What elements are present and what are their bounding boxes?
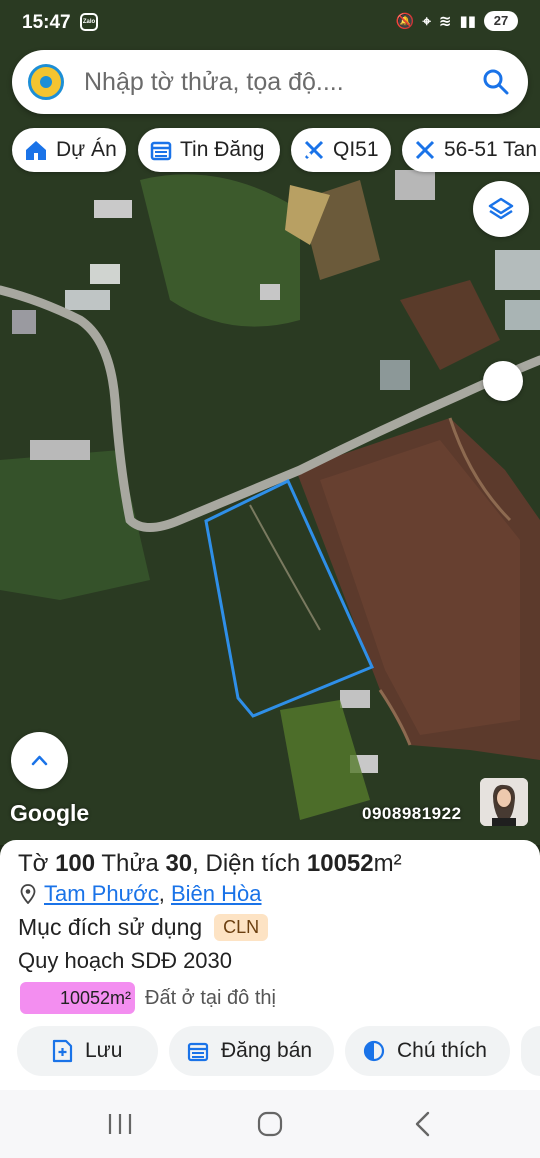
- search-bar: [12, 50, 528, 114]
- search-icon[interactable]: [482, 68, 510, 96]
- plot-number: 30: [165, 850, 193, 877]
- parcel-title: Tờ 100 Thửa 30, Diện tích 10052m²: [18, 850, 402, 878]
- save-button[interactable]: Lưu: [17, 1026, 158, 1076]
- contrast-icon: [363, 1040, 385, 1062]
- zalo-icon: Zalo: [80, 13, 98, 31]
- bookmark-add-icon: [52, 1039, 73, 1063]
- avatar-image: [480, 778, 528, 826]
- chip-tin-dang[interactable]: Tin Đăng: [138, 128, 280, 172]
- sheet-label: Tờ: [18, 850, 49, 877]
- location-line: Tam Phước, Biên Hòa: [20, 881, 262, 907]
- expand-panel-button[interactable]: [11, 732, 68, 789]
- chip-du-an[interactable]: Dự Án: [12, 128, 126, 172]
- plan-title: Quy hoạch SDĐ 2030: [18, 948, 233, 973]
- parcel-info-panel: Tờ 100 Thửa 30, Diện tích 10052m² Tam Ph…: [0, 840, 540, 1090]
- chip-56-51[interactable]: 56-51 Tan: [402, 128, 540, 172]
- compass-button[interactable]: [483, 361, 523, 401]
- system-nav-bar: [0, 1090, 540, 1158]
- agent-phone[interactable]: 0908981922: [362, 804, 462, 824]
- chip-label: QI51: [333, 138, 379, 161]
- location-pin-icon: [20, 884, 36, 904]
- wifi-icon: ≋: [438, 13, 452, 30]
- more-actions-button[interactable]: [521, 1026, 540, 1076]
- purpose-badge[interactable]: CLN: [214, 914, 269, 941]
- google-logo: Google: [10, 800, 90, 826]
- area-unit: m²: [373, 850, 402, 877]
- calendar-icon: [150, 141, 172, 161]
- plan-area-bar: 10052m²: [20, 982, 135, 1014]
- mute-icon: 🔕: [395, 13, 415, 30]
- sheet-number: 100: [55, 850, 96, 877]
- layers-icon: [488, 197, 514, 220]
- filter-chips: Dự Án Tin Đăng QI51 56-51 Tan: [12, 128, 540, 172]
- chip-label: Tin Đăng: [180, 138, 265, 161]
- battery-icon: 27: [484, 11, 518, 31]
- save-label: Lưu: [85, 1039, 123, 1062]
- status-time: 15:47: [22, 12, 71, 33]
- back-icon[interactable]: [408, 1108, 436, 1140]
- chevron-up-icon: [31, 755, 48, 766]
- search-input[interactable]: [84, 64, 464, 100]
- post-for-sale-button[interactable]: Đăng bán: [169, 1026, 334, 1076]
- land-purpose: Mục đích sử dụng CLN: [18, 914, 269, 941]
- calendar-icon: [187, 1042, 209, 1062]
- plot-label: Thửa: [101, 850, 159, 877]
- ward-link[interactable]: Tam Phước: [44, 881, 159, 907]
- chip-qi51[interactable]: QI51: [291, 128, 391, 172]
- agent-avatar[interactable]: [480, 778, 528, 826]
- app-logo-icon[interactable]: [28, 64, 64, 100]
- status-bar: 15:47 Zalo 🔕 ⌖ ≋ ▮▮ 27: [0, 0, 540, 44]
- tools-icon: [304, 140, 324, 160]
- satellite-map[interactable]: [0, 0, 540, 845]
- area-value: 10052: [306, 850, 374, 877]
- location-separator: ,: [158, 881, 165, 906]
- status-icons: 🔕 ⌖ ≋ ▮▮ 27: [396, 11, 518, 31]
- layers-button[interactable]: [473, 181, 529, 237]
- home-nav-icon[interactable]: [255, 1108, 285, 1140]
- chip-label: Dự Án: [56, 138, 117, 161]
- legend-button[interactable]: Chú thích: [345, 1026, 510, 1076]
- chip-label: 56-51 Tan: [444, 138, 538, 161]
- plan-row: 10052m² Đất ở tại đô thị: [20, 982, 276, 1014]
- legend-label: Chú thích: [397, 1039, 487, 1062]
- post-label: Đăng bán: [221, 1039, 313, 1062]
- home-icon: [26, 141, 46, 160]
- signal-icon: ▮▮: [459, 13, 476, 30]
- purpose-label: Mục đích sử dụng: [18, 914, 203, 940]
- area-label: , Diện tích: [192, 850, 301, 877]
- city-link[interactable]: Biên Hòa: [171, 881, 262, 907]
- recent-apps-icon[interactable]: [106, 1108, 134, 1140]
- tools-icon: [415, 140, 435, 160]
- plan-use-label: Đất ở tại đô thị: [145, 986, 276, 1009]
- location-icon: ⌖: [422, 12, 431, 30]
